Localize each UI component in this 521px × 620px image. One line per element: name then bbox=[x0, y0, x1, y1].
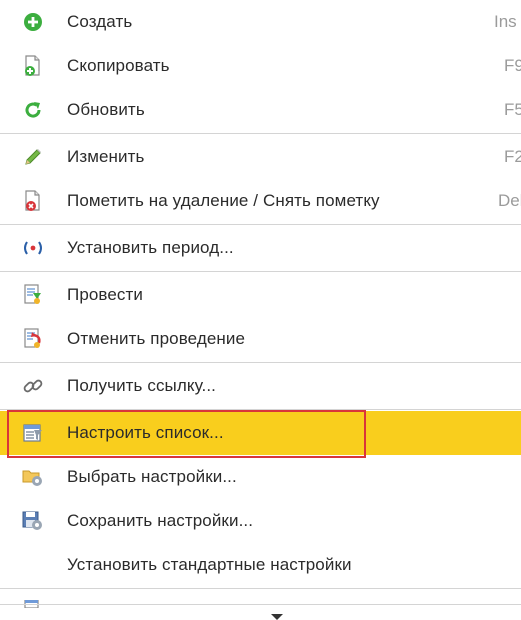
delete-mark-icon bbox=[22, 190, 44, 212]
menu-item-label: Сохранить настройки... bbox=[67, 511, 254, 530]
menu-item-refresh[interactable]: Обновить F5 bbox=[0, 88, 521, 132]
unpost-document-icon bbox=[22, 328, 44, 350]
post-document-icon bbox=[22, 284, 44, 306]
shortcut-hint: Ins bbox=[494, 12, 517, 31]
menu-separator bbox=[0, 362, 521, 363]
menu-separator bbox=[0, 588, 521, 589]
menu-separator bbox=[0, 271, 521, 272]
menu-item-copy[interactable]: Скопировать F9 bbox=[0, 44, 521, 88]
menu-item-label: Скопировать bbox=[67, 56, 170, 75]
menu-item-select-settings[interactable]: Выбрать настройки... bbox=[0, 455, 521, 499]
link-icon bbox=[22, 375, 44, 397]
menu-item-label: Выбрать настройки... bbox=[67, 467, 237, 486]
folder-settings-icon bbox=[22, 466, 44, 488]
menu-item-set-period[interactable]: Установить период... bbox=[0, 226, 521, 270]
menu-item-save-settings[interactable]: Сохранить настройки... bbox=[0, 499, 521, 543]
menu-item-label: Отменить проведение bbox=[67, 329, 246, 348]
pencil-icon bbox=[22, 146, 44, 168]
menu-item-label: Обновить bbox=[67, 100, 145, 119]
menu-item-default-settings[interactable]: Установить стандартные настройки bbox=[0, 543, 521, 587]
menu-item-label: Настроить список... bbox=[67, 423, 224, 442]
menu-item-label: Создать bbox=[67, 12, 133, 31]
menu-item-label: Изменить bbox=[67, 147, 145, 166]
menu-item-label: Установить стандартные настройки bbox=[67, 555, 352, 574]
context-menu: Создать Ins Скопировать F9 Обновить F5 И… bbox=[0, 0, 521, 620]
menu-item-configure-list[interactable]: Настроить список... bbox=[0, 411, 521, 455]
menu-item-create[interactable]: Создать Ins bbox=[0, 0, 521, 44]
menu-item-label: Провести bbox=[67, 285, 144, 304]
shortcut-hint: F5 bbox=[504, 100, 521, 119]
menu-item-label: Установить период... bbox=[67, 238, 234, 257]
menu-separator bbox=[0, 133, 521, 134]
shortcut-hint: Del bbox=[498, 191, 521, 210]
save-settings-icon bbox=[22, 510, 44, 532]
copy-document-icon bbox=[22, 55, 44, 77]
refresh-icon bbox=[22, 99, 44, 121]
shortcut-hint: F2 bbox=[504, 147, 521, 166]
menu-item-edit[interactable]: Изменить F2 bbox=[0, 135, 521, 179]
menu-item-label: Получить ссылку... bbox=[67, 376, 216, 395]
scroll-down-icon[interactable] bbox=[271, 614, 283, 620]
plus-circle-icon bbox=[22, 11, 44, 33]
list-settings-icon bbox=[22, 422, 44, 444]
menu-separator bbox=[0, 224, 521, 225]
menu-separator bbox=[0, 409, 521, 410]
shortcut-hint: F9 bbox=[504, 56, 521, 75]
period-icon bbox=[22, 237, 44, 259]
menu-item-mark-delete[interactable]: Пометить на удаление / Снять пометку Del bbox=[0, 179, 521, 223]
menu-item-post[interactable]: Провести bbox=[0, 273, 521, 317]
menu-bottom-border bbox=[0, 604, 521, 605]
menu-item-unpost[interactable]: Отменить проведение bbox=[0, 317, 521, 361]
menu-item-get-link[interactable]: Получить ссылку... bbox=[0, 364, 521, 408]
menu-item-label: Пометить на удаление / Снять пометку bbox=[67, 191, 380, 210]
